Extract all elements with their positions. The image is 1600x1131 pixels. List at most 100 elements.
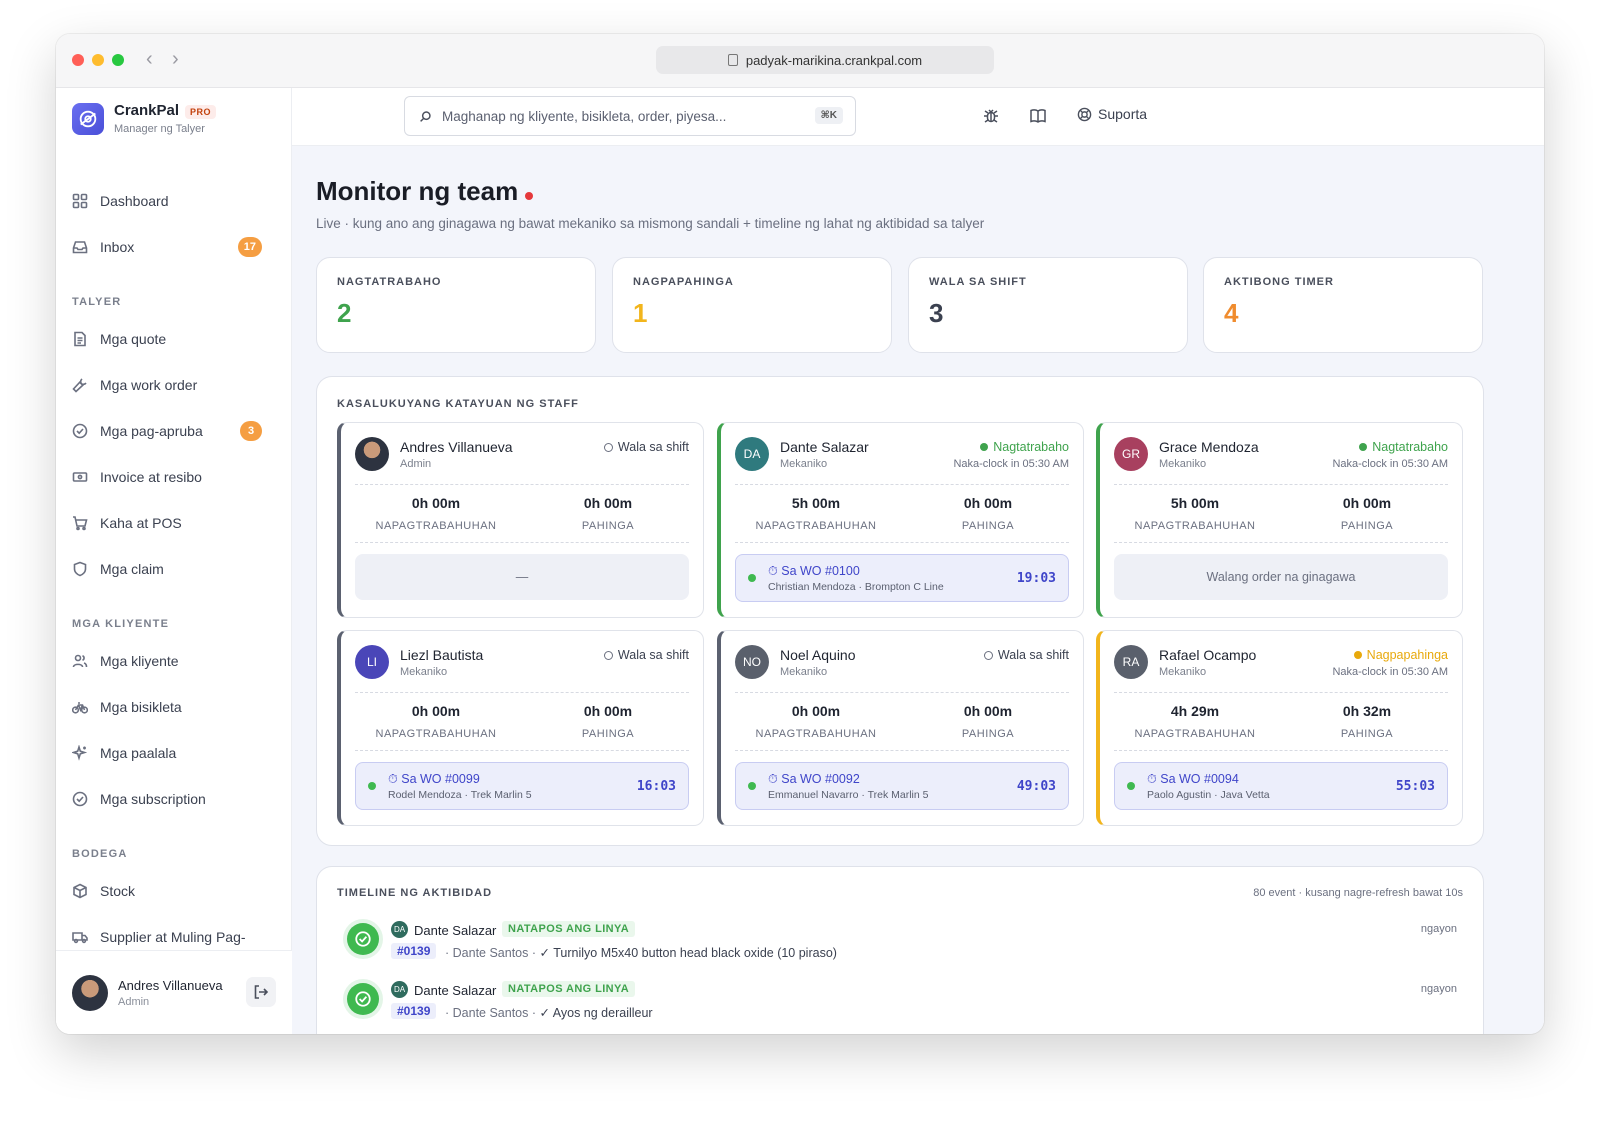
- work-order-link[interactable]: #0139: [391, 943, 437, 959]
- stat-value: 1: [633, 298, 648, 328]
- sidebar-item-subscriptions[interactable]: Mga subscription: [56, 776, 292, 822]
- divider: [1114, 542, 1448, 543]
- worked-label: NAPAGTRABAHUHAN: [1134, 520, 1256, 532]
- staff-role: Mekaniko: [1159, 458, 1207, 470]
- page-icon: [727, 54, 738, 66]
- worked-metric: 0h 00m NAPAGTRABAHUHAN: [351, 703, 521, 740]
- sidebar-user[interactable]: Andres Villanueva Admin: [56, 950, 292, 1034]
- divider: [735, 692, 1069, 693]
- sidebar-item-pos[interactable]: Kaha at POS: [56, 500, 292, 546]
- worked-value: 5h 00m: [791, 495, 841, 511]
- staff-card[interactable]: LI Liezl Bautista Mekaniko Wala sa shift 0h …: [337, 630, 704, 826]
- event-description: · Dante Santos · ✓ Turnilyo M5x40 button…: [445, 945, 837, 960]
- work-order-chip[interactable]: ⏱ Sa WO #0092 Emmanuel Navarro · Trek Mar…: [735, 762, 1069, 810]
- break-metric: 0h 00m PAHINGA: [523, 703, 693, 740]
- sidebar-item-label: Stock: [100, 883, 136, 899]
- sidebar-item-dashboard[interactable]: Dashboard: [56, 178, 292, 224]
- search-placeholder: Maghanap ng kliyente, bisikleta, order, …: [442, 108, 727, 124]
- stat-label: NAGPAPAHINGA: [633, 276, 734, 288]
- clock-in-time: Naka-clock in 05:30 AM: [1332, 666, 1448, 678]
- divider: [735, 750, 1069, 751]
- staff-name: Grace Mendoza: [1159, 439, 1259, 455]
- support-button[interactable]: Suporta: [1077, 106, 1147, 122]
- sidebar-item-claims[interactable]: Mga claim: [56, 546, 292, 592]
- page-title: Monitor ng team: [316, 176, 519, 206]
- url-bar[interactable]: padyak-marikina.crankpal.com: [656, 46, 994, 74]
- close-window-button[interactable]: [72, 54, 84, 66]
- maximize-window-button[interactable]: [112, 54, 124, 66]
- event-time: ngayon: [1420, 983, 1457, 995]
- activity-timeline-panel: TIMELINE NG AKTIBIDAD 80 event · kusang …: [316, 866, 1484, 1034]
- break-metric: 0h 00m PAHINGA: [903, 495, 1073, 532]
- timeline-row[interactable]: DA Dante Salazar NATAPOS ANG LINYA #0139 · D…: [347, 921, 1457, 971]
- minimize-window-button[interactable]: [92, 54, 104, 66]
- break-label: PAHINGA: [1340, 728, 1394, 740]
- staff-card[interactable]: RA Rafael Ocampo Mekaniko Nagpapahinga Naka-…: [1096, 630, 1463, 826]
- sidebar-item-work-orders[interactable]: Mga work order: [56, 362, 292, 408]
- event-text: ✓ Turnilyo M5x40 button head black oxide…: [539, 946, 837, 960]
- sidebar-item-reminders[interactable]: Mga paalala: [56, 730, 292, 776]
- sidebar-item-stock[interactable]: Stock: [56, 868, 292, 914]
- box-icon: [73, 883, 87, 899]
- staff-role: Mekaniko: [400, 666, 448, 678]
- sidebar: CrankPal PRO Manager ng Talyer Dashboard …: [56, 88, 292, 1034]
- active-dot-icon: [1127, 782, 1135, 790]
- sidebar-item-approvals[interactable]: Mga pag-apruba 3: [56, 408, 292, 454]
- avatar: NO: [735, 645, 769, 679]
- timeline-row[interactable]: DA Dante Salazar NATAPOS ANG LINYA #0139 · D…: [347, 981, 1457, 1031]
- work-order-chip[interactable]: ⏱ Sa WO #0100 Christian Mendoza · Brompto…: [735, 554, 1069, 602]
- sidebar-item-inbox[interactable]: Inbox 17: [56, 224, 292, 270]
- staff-card[interactable]: Andres Villanueva Admin Wala sa shift 0h 00…: [337, 422, 704, 618]
- shield-icon: [73, 561, 87, 577]
- sidebar-item-label: Kaha at POS: [100, 515, 182, 531]
- book-icon[interactable]: [1029, 107, 1047, 125]
- logout-button[interactable]: [246, 977, 276, 1007]
- sidebar-item-quotes[interactable]: Mga quote: [56, 316, 292, 362]
- worked-value: 4h 29m: [1170, 703, 1220, 719]
- staff-card[interactable]: DA Dante Salazar Mekaniko Nagtatrabaho Naka-…: [717, 422, 1084, 618]
- topbar: Maghanap ng kliyente, bisikleta, order, …: [292, 88, 1544, 146]
- sidebar-item-clients[interactable]: Mga kliyente: [56, 638, 292, 684]
- break-value: 0h 00m: [963, 495, 1013, 511]
- user-role: Admin: [118, 995, 150, 1008]
- sidebar-item-invoices[interactable]: Invoice at resibo: [56, 454, 292, 500]
- status-badge: Wala sa shift: [983, 648, 1069, 662]
- user-name: Andres Villanueva: [118, 977, 223, 993]
- check-circle-icon: [72, 791, 88, 807]
- work-order-chip[interactable]: ⏱ Sa WO #0094 Paolo Agustin · Java Vetta 5…: [1114, 762, 1448, 810]
- event-description: · Dante Santos · ✓ Ayos ng derailleur: [445, 1005, 653, 1020]
- work-order-chip[interactable]: ⏱ Sa WO #0099 Rodel Mendoza · Trek Marlin…: [355, 762, 689, 810]
- sidebar-item-bikes[interactable]: Mga bisikleta: [56, 684, 292, 730]
- break-value: 0h 00m: [583, 495, 633, 511]
- brand[interactable]: CrankPal PRO Manager ng Talyer: [72, 102, 217, 135]
- break-label: PAHINGA: [1340, 520, 1394, 532]
- browser-titlebar: ‹ › padyak-marikina.crankpal.com: [56, 34, 1544, 88]
- bug-icon[interactable]: [982, 107, 1000, 125]
- avatar: LI: [355, 645, 389, 679]
- logout-icon: [254, 985, 269, 999]
- work-order-label: Sa WO #0094: [1160, 772, 1239, 786]
- sidebar-item-label: Supplier at Muling Pag-: [100, 929, 246, 945]
- event-type-badge: NATAPOS ANG LINYA: [502, 981, 636, 997]
- check-circle-icon: [347, 923, 379, 955]
- staff-card[interactable]: NO Noel Aquino Mekaniko Wala sa shift 0h 00m…: [717, 630, 1084, 826]
- staff-card[interactable]: GR Grace Mendoza Mekaniko Nagtatrabaho Naka-…: [1096, 422, 1463, 618]
- brand-subtitle: Manager ng Talyer: [114, 123, 205, 135]
- search-input[interactable]: Maghanap ng kliyente, bisikleta, order, …: [404, 96, 856, 136]
- avatar-initials: LI: [366, 655, 377, 669]
- work-order-link[interactable]: #0139: [391, 1003, 437, 1019]
- avatar: RA: [1114, 645, 1148, 679]
- sidebar-item-label: Mga kliyente: [100, 653, 179, 669]
- status-label: Nagtatrabaho: [1372, 440, 1448, 454]
- timeline-title: TIMELINE NG AKTIBIDAD: [337, 887, 493, 899]
- break-metric: 0h 00m PAHINGA: [1282, 495, 1452, 532]
- check-circle-icon: [347, 983, 379, 1015]
- receipt-icon: [72, 472, 88, 482]
- break-label: PAHINGA: [581, 520, 635, 532]
- break-metric: 0h 00m PAHINGA: [523, 495, 693, 532]
- back-arrow-icon[interactable]: ‹: [146, 48, 153, 71]
- worked-metric: 0h 00m NAPAGTRABAHUHAN: [351, 495, 521, 532]
- grid-icon: [72, 193, 88, 209]
- forward-arrow-icon[interactable]: ›: [172, 48, 179, 71]
- status-badge: Wala sa shift: [603, 648, 689, 662]
